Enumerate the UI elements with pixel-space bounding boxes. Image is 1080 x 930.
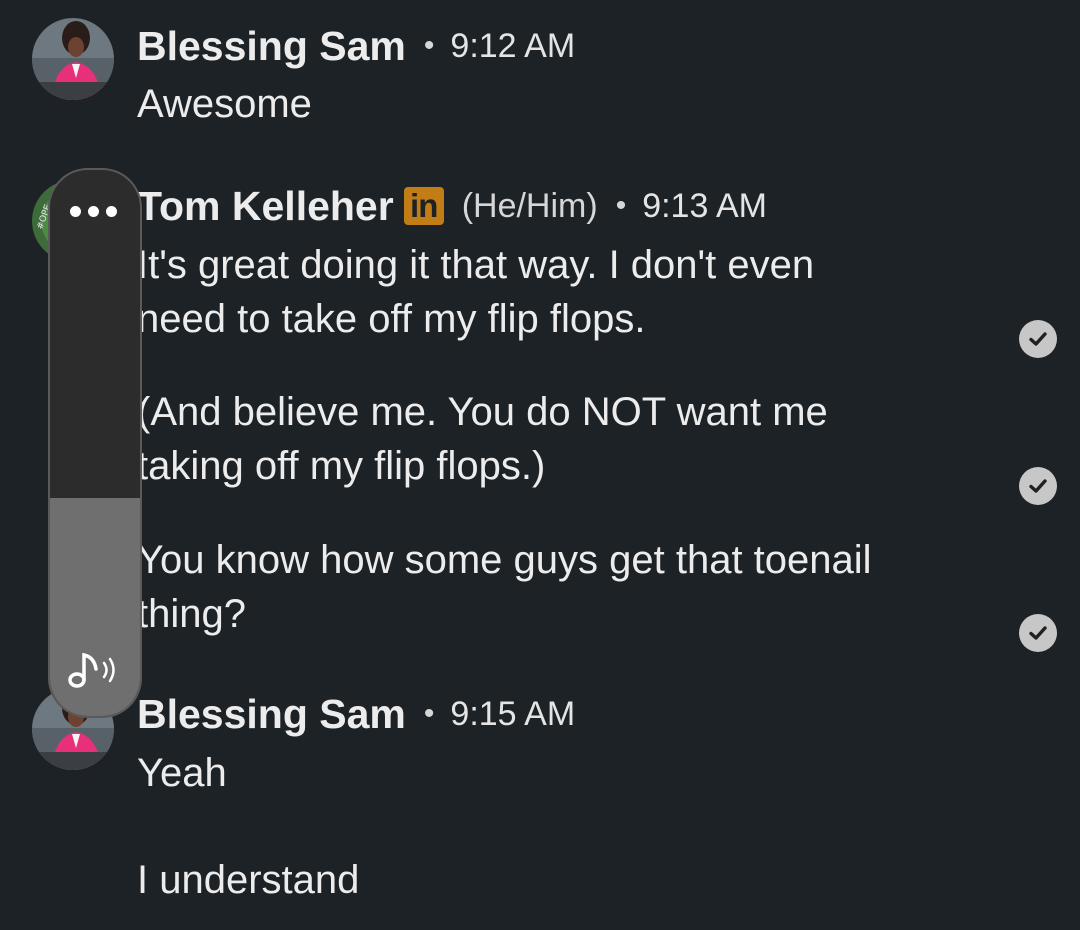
message-line: taking off my flip flops.) <box>137 444 546 488</box>
message-text: Yeah <box>137 751 227 795</box>
message-time: 9:15 AM <box>450 695 576 733</box>
more-dots-icon[interactable] <box>70 206 117 217</box>
message-header: Blessing Sam • 9:15 AM <box>137 690 575 738</box>
message-line: (And believe me. You do NOT want me <box>137 390 828 434</box>
sender-name[interactable]: Blessing Sam <box>137 690 406 738</box>
message-line: It's great doing it that way. I don't ev… <box>137 243 815 287</box>
avatar-photo <box>32 18 114 100</box>
message-time: 9:13 AM <box>642 187 767 225</box>
message-header: Tom Kelleher in (He/Him) • 9:13 AM <box>137 182 767 230</box>
message-text: It's great doing it that way. I don't ev… <box>137 238 814 346</box>
sender-name[interactable]: Blessing Sam <box>137 22 406 70</box>
message-text: You know how some guys get that toenail … <box>137 533 872 641</box>
check-circle-icon <box>1019 614 1057 652</box>
message-line: need to take off my flip flops. <box>137 297 646 341</box>
separator-dot: • <box>423 29 435 62</box>
separator-dot: • <box>615 189 627 222</box>
message-text: (And believe me. You do NOT want me taki… <box>137 385 828 493</box>
check-circle-icon <box>1019 467 1057 505</box>
sender-name[interactable]: Tom Kelleher <box>137 182 394 230</box>
speaker-note-icon[interactable] <box>64 647 124 696</box>
check-circle-icon <box>1019 320 1057 358</box>
message-time: 9:12 AM <box>450 27 576 65</box>
separator-dot: • <box>423 697 435 730</box>
message-text: I understand <box>137 858 360 902</box>
linkedin-badge-icon: in <box>403 187 444 225</box>
message-text: Awesome <box>137 82 312 126</box>
message-header: Blessing Sam • 9:12 AM <box>137 22 575 70</box>
message-line: You know how some guys get that toenail <box>137 538 872 582</box>
avatar-blessing-sam[interactable] <box>32 18 114 100</box>
volume-overlay[interactable] <box>48 168 142 718</box>
message-line: thing? <box>137 592 246 636</box>
sender-pronouns: (He/Him) <box>461 187 598 225</box>
